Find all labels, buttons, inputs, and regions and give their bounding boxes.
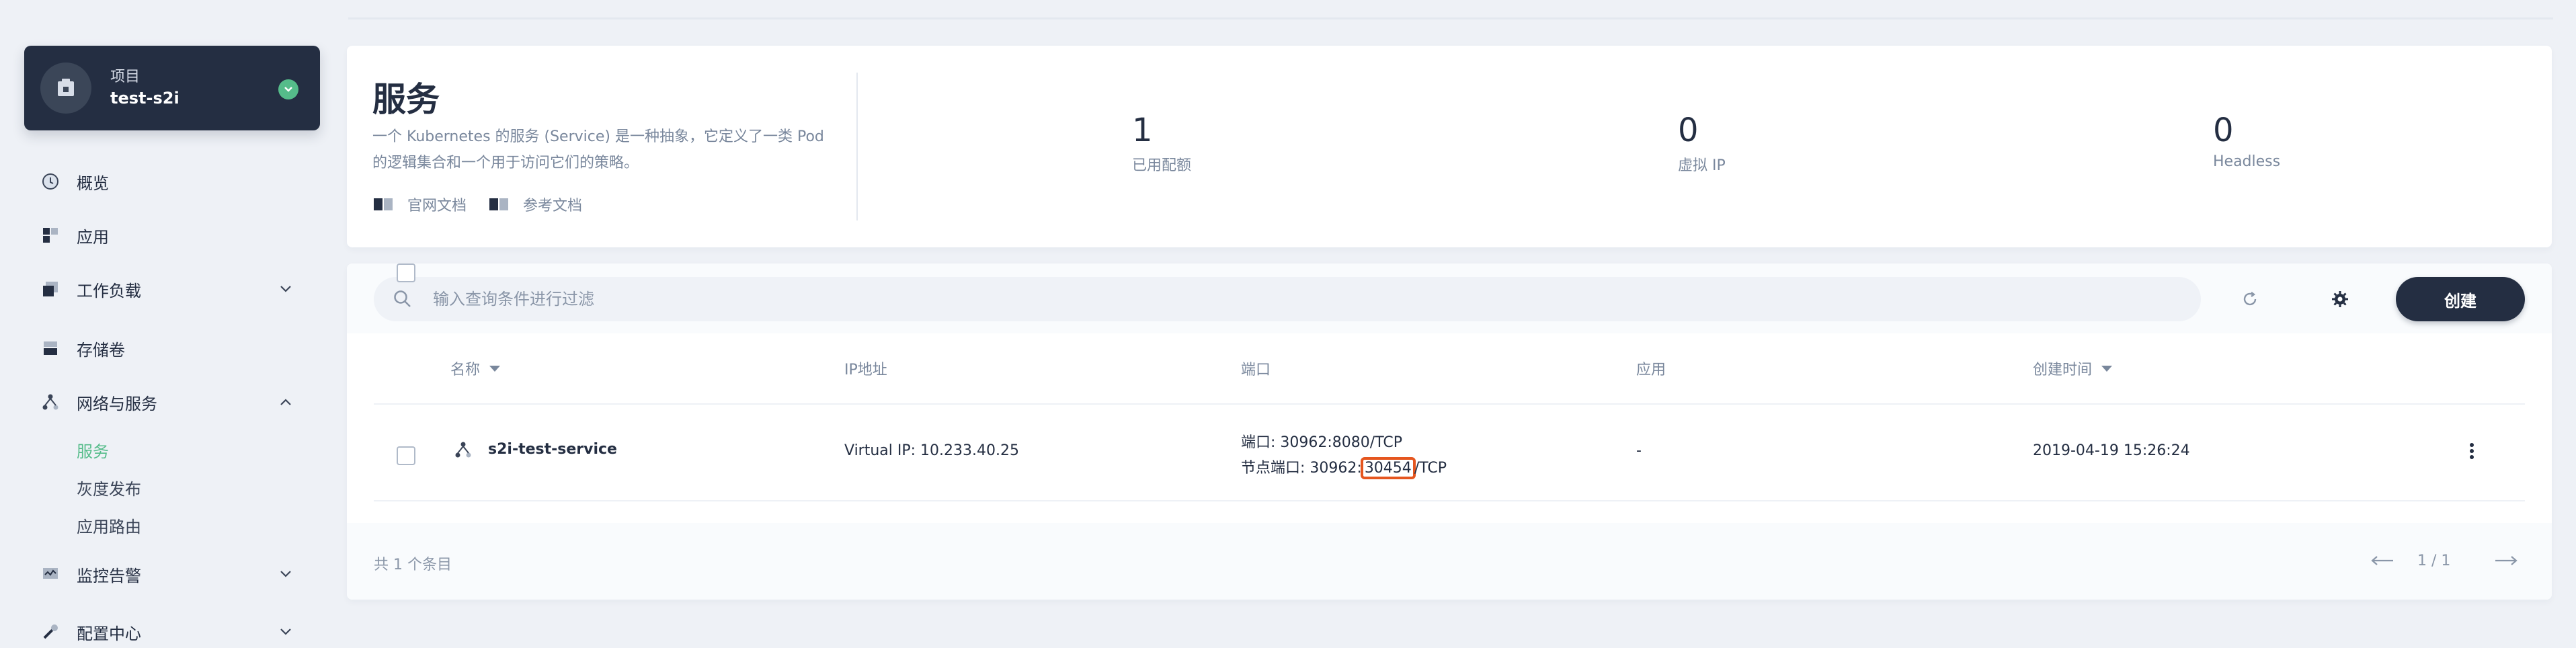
official-docs-label: 官网文档 (407, 198, 467, 214)
apps-icon (40, 225, 61, 245)
nav-label: 存储卷 (77, 340, 125, 360)
chevron-up-icon[interactable] (273, 386, 298, 418)
create-button[interactable]: 创建 (2396, 277, 2525, 321)
column-label: 创建时间 (2033, 362, 2093, 378)
next-page-button[interactable] (2491, 549, 2521, 573)
node-port-highlight: 30454 (1360, 457, 1416, 479)
search-input[interactable] (432, 278, 2155, 320)
nav-label: 配置中心 (77, 624, 141, 643)
column-label: 应用 (1636, 362, 1666, 378)
official-docs-link[interactable]: 官网文档 (374, 194, 467, 215)
column-header-ip: IP地址 (844, 358, 887, 379)
subnav-item-app-routes[interactable]: 应用路由 (77, 514, 141, 537)
column-label: 名称 (450, 362, 481, 378)
services-table-card: 创建 名称 IP地址 端口 应用 创建时间 s2i-test-service V… (347, 264, 2552, 600)
book-icon (489, 198, 510, 210)
chevron-down-icon[interactable] (273, 558, 298, 590)
table-footer (347, 523, 2552, 600)
service-name-link[interactable]: s2i-test-service (488, 441, 617, 458)
sort-caret-icon (2101, 365, 2113, 372)
service-icon (454, 441, 472, 458)
column-header-created[interactable]: 创建时间 (2033, 358, 2113, 379)
nav-label: 工作负载 (77, 281, 141, 300)
column-header-port: 端口 (1241, 358, 1271, 379)
row-checkbox[interactable] (397, 446, 415, 465)
nav-label: 网络与服务 (77, 394, 157, 413)
chevron-down-icon[interactable] (273, 273, 298, 305)
monitor-icon (40, 564, 61, 584)
node-port-suffix: /TCP (1414, 460, 1447, 477)
nav-label: 应用 (77, 227, 109, 247)
nav-label: 监控告警 (77, 566, 141, 585)
subnav-item-services[interactable]: 服务 (77, 438, 109, 462)
nav-item-apps[interactable]: 应用 (40, 219, 109, 251)
header-divider (856, 73, 858, 220)
prev-page-button[interactable] (2368, 549, 2397, 573)
more-vertical-icon (2470, 443, 2474, 459)
service-app: - (1636, 442, 1642, 459)
stat-value: 1 (1132, 112, 1153, 149)
page-title: 服务 (372, 80, 440, 119)
settings-button[interactable] (2325, 284, 2356, 315)
nav-item-workloads[interactable]: 工作负载 (40, 273, 141, 305)
service-port: 端口: 30962:8080/TCP (1241, 434, 1402, 451)
more-actions-button[interactable] (2462, 441, 2482, 461)
page-header: 服务 一个 Kubernetes 的服务 (Service) 是一种抽象，它定义… (347, 46, 2552, 247)
nav-item-config[interactable]: 配置中心 (40, 616, 141, 648)
service-created-time: 2019-04-19 15:26:24 (2033, 442, 2190, 459)
storage-icon (40, 338, 61, 358)
search-bar[interactable] (374, 277, 2201, 321)
chevron-down-icon[interactable] (273, 616, 298, 648)
nav-item-overview[interactable]: 概览 (40, 165, 109, 198)
stat-virtual-ip: 0 虚拟 IP (1678, 112, 1726, 175)
node-port-prefix: 节点端口: 30962: (1241, 460, 1362, 477)
nav-label: 概览 (77, 173, 109, 193)
service-ip: Virtual IP: 10.233.40.25 (844, 442, 1019, 459)
stat-headless: 0 Headless (2213, 112, 2280, 170)
column-header-name[interactable]: 名称 (450, 358, 501, 379)
workload-icon (40, 279, 61, 299)
network-icon (40, 392, 61, 412)
row-divider (374, 403, 2525, 405)
stat-label: Headless (2213, 153, 2281, 170)
arrow-left-icon (2371, 556, 2393, 565)
reference-docs-label: 参考文档 (523, 198, 583, 214)
arrow-right-icon (2495, 556, 2518, 565)
top-divider (348, 17, 2553, 19)
chevron-down-icon[interactable] (278, 79, 298, 99)
stat-label: 虚拟 IP (1678, 157, 1726, 174)
reference-docs-link[interactable]: 参考文档 (489, 194, 582, 215)
table-toolbar: 创建 (347, 264, 2552, 333)
stat-quota: 1 已用配额 (1132, 112, 1191, 175)
dashboard-icon (40, 171, 61, 192)
project-icon (40, 63, 91, 114)
project-name: test-s2i (110, 89, 179, 108)
sort-caret-icon (489, 365, 501, 372)
project-kicker: 项目 (110, 69, 140, 85)
book-icon (374, 198, 394, 210)
column-label: 端口 (1241, 362, 1271, 378)
page-description: 一个 Kubernetes 的服务 (Service) 是一种抽象，它定义了一类… (372, 128, 824, 171)
row-divider (374, 500, 2525, 501)
page-indicator: 1 / 1 (2417, 553, 2451, 569)
column-header-app: 应用 (1636, 358, 1666, 379)
config-icon (40, 622, 61, 642)
nav-item-network[interactable]: 网络与服务 (40, 386, 157, 418)
nav-item-monitoring[interactable]: 监控告警 (40, 558, 141, 590)
stat-value: 0 (2213, 112, 2234, 149)
column-label: IP地址 (844, 362, 887, 378)
nav-item-storage[interactable]: 存储卷 (40, 332, 125, 364)
search-icon (393, 289, 413, 309)
gear-icon (2332, 291, 2348, 307)
refresh-icon (2243, 292, 2257, 306)
total-count: 共 1 个条目 (374, 557, 452, 573)
select-all-checkbox[interactable] (397, 264, 415, 282)
project-switcher[interactable]: 项目 test-s2i (24, 46, 320, 130)
service-node-port: 节点端口: 30962: 30454/TCP (1241, 456, 1447, 479)
stat-label: 已用配额 (1132, 157, 1192, 174)
refresh-button[interactable] (2235, 284, 2265, 315)
stat-value: 0 (1678, 112, 1699, 149)
subnav-item-grayscale-release[interactable]: 灰度发布 (77, 476, 141, 499)
